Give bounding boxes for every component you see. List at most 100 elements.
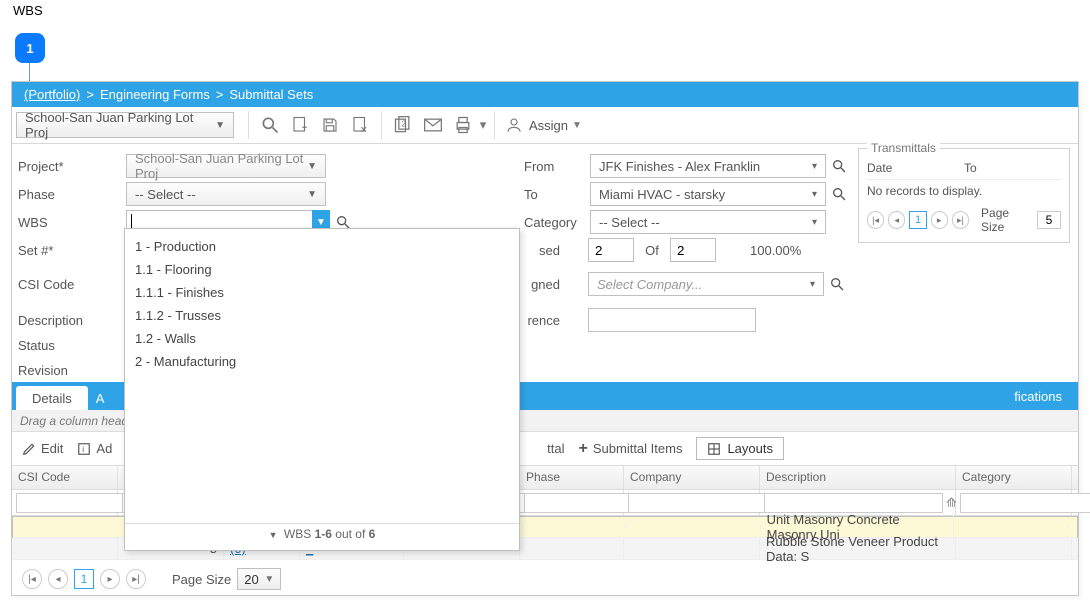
pager-first-icon[interactable]: |◂ bbox=[867, 211, 884, 229]
company-placeholder: Select Company... bbox=[597, 277, 702, 292]
page-size-label: Page Size bbox=[981, 206, 1033, 234]
layouts-button[interactable]: Layouts bbox=[696, 437, 784, 460]
chevron-down-icon: ▾ bbox=[812, 189, 817, 200]
breadcrumb-root[interactable]: (Portfolio) bbox=[24, 87, 80, 102]
to-field[interactable]: Miami HVAC - starsky ▾ bbox=[590, 182, 826, 206]
col-desc[interactable]: Description bbox=[760, 466, 956, 489]
percent-text: 100.00% bbox=[750, 243, 801, 258]
pager-page[interactable]: 1 bbox=[74, 569, 94, 589]
callout-label: WBS bbox=[13, 3, 43, 18]
new-page-icon[interactable] bbox=[285, 110, 315, 140]
of-label: Of bbox=[634, 243, 670, 258]
filter-cat[interactable] bbox=[960, 493, 1090, 513]
grid-icon bbox=[707, 442, 721, 456]
breadcrumb-sep: > bbox=[86, 87, 94, 102]
count-a-input[interactable] bbox=[588, 238, 634, 262]
footer-text: WBS bbox=[284, 527, 315, 541]
breadcrumb-leaf: Submittal Sets bbox=[229, 87, 313, 102]
wbs-option[interactable]: 1.1.1 - Finishes bbox=[125, 281, 519, 304]
delete-page-icon[interactable] bbox=[345, 110, 375, 140]
phase-field-text: -- Select -- bbox=[135, 187, 196, 202]
wbs-option[interactable]: 1.1.2 - Trusses bbox=[125, 304, 519, 327]
project-field-text: School-San Juan Parking Lot Proj bbox=[135, 151, 307, 181]
category-label: Category bbox=[524, 215, 590, 230]
page-size-input[interactable] bbox=[1037, 211, 1061, 229]
search-icon[interactable] bbox=[828, 155, 850, 177]
cell-desc: Rubble Stone Veneer Product Data: S bbox=[760, 538, 956, 559]
wbs-label: WBS bbox=[16, 215, 126, 230]
category-field-text: -- Select -- bbox=[599, 215, 660, 230]
assign-label: Assign bbox=[529, 118, 568, 133]
pager-first-icon[interactable]: |◂ bbox=[22, 569, 42, 589]
phase-label: Phase bbox=[16, 187, 126, 202]
add-button[interactable]: i Ad bbox=[77, 441, 112, 456]
divider bbox=[381, 111, 382, 139]
form-area: Project* School-San Juan Parking Lot Pro… bbox=[12, 144, 1078, 384]
submittal-items-button[interactable]: + Submittal Items bbox=[579, 440, 683, 458]
wbs-option[interactable]: 1.2 - Walls bbox=[125, 327, 519, 350]
transmittals-legend: Transmittals bbox=[867, 141, 940, 155]
from-field[interactable]: JFK Finishes - Alex Franklin ▾ bbox=[590, 154, 826, 178]
chevron-down-icon: ▼ bbox=[264, 574, 274, 585]
page-size-select[interactable]: 20 ▼ bbox=[237, 568, 281, 590]
category-field[interactable]: -- Select -- ▾ bbox=[590, 210, 826, 234]
project-selector-text: School-San Juan Parking Lot Proj bbox=[25, 110, 215, 140]
chevron-down-icon: ▼ bbox=[572, 120, 582, 131]
footer-text: out of bbox=[332, 527, 369, 541]
search-icon[interactable] bbox=[828, 183, 850, 205]
project-field[interactable]: School-San Juan Parking Lot Proj ▼ bbox=[126, 154, 326, 178]
print-icon[interactable] bbox=[448, 110, 478, 140]
count-b-input[interactable] bbox=[670, 238, 716, 262]
transmittals-col-to: To bbox=[964, 161, 1061, 175]
print-dropdown-icon[interactable]: ▾ bbox=[478, 117, 488, 133]
tab-partial[interactable]: A bbox=[88, 386, 121, 410]
chevron-down-icon: ▾ bbox=[810, 279, 815, 290]
info-icon: i bbox=[77, 442, 91, 456]
search-icon[interactable] bbox=[826, 273, 848, 295]
revision-label: Revision bbox=[16, 363, 126, 378]
copy-icon[interactable]: 2 bbox=[388, 110, 418, 140]
edit-label: Edit bbox=[41, 441, 63, 456]
transmittals-pager: |◂ ◂ 1 ▸ ▸| Page Size bbox=[867, 206, 1061, 234]
breadcrumb-sep: > bbox=[216, 87, 224, 102]
footer-range: 1-6 bbox=[315, 527, 332, 541]
person-icon bbox=[505, 116, 523, 134]
transmittals-col-date: Date bbox=[867, 161, 964, 175]
wbs-option[interactable]: 2 - Manufacturing bbox=[125, 350, 519, 373]
form-right-column: From JFK Finishes - Alex Franklin ▾ To M… bbox=[524, 152, 850, 334]
svg-text:i: i bbox=[83, 444, 85, 453]
wbs-option[interactable]: 1 - Production bbox=[125, 235, 519, 258]
chevron-down-icon: ▾ bbox=[812, 161, 817, 172]
add-label: Ad bbox=[96, 441, 112, 456]
pager-prev-icon[interactable]: ◂ bbox=[48, 569, 68, 589]
pager-next-icon[interactable]: ▸ bbox=[931, 211, 948, 229]
col-cat[interactable]: Category bbox=[956, 466, 1072, 489]
breadcrumb-mid: Engineering Forms bbox=[100, 87, 210, 102]
company-field[interactable]: Select Company... ▾ bbox=[588, 272, 824, 296]
wbs-option[interactable]: 1.1 - Flooring bbox=[125, 258, 519, 281]
reference-input[interactable] bbox=[588, 308, 756, 332]
col-csi[interactable]: CSI Code bbox=[12, 466, 118, 489]
page-size-value: 20 bbox=[244, 572, 258, 587]
assign-button[interactable]: Assign ▼ bbox=[505, 116, 582, 134]
col-company[interactable]: Company bbox=[624, 466, 760, 489]
search-icon[interactable] bbox=[255, 110, 285, 140]
ttal-button[interactable]: ttal bbox=[547, 441, 564, 456]
chevron-down-icon: ▼ bbox=[215, 120, 225, 131]
mail-icon[interactable] bbox=[418, 110, 448, 140]
pager-last-icon[interactable]: ▸| bbox=[952, 211, 969, 229]
pager-page[interactable]: 1 bbox=[909, 211, 926, 229]
to-label: To bbox=[524, 187, 590, 202]
edit-button[interactable]: Edit bbox=[22, 441, 63, 456]
set-label: Set #* bbox=[16, 243, 126, 258]
submittal-items-label: Submittal Items bbox=[593, 441, 683, 456]
pager-next-icon[interactable]: ▸ bbox=[100, 569, 120, 589]
project-selector[interactable]: School-San Juan Parking Lot Proj ▼ bbox=[16, 112, 234, 138]
save-icon[interactable] bbox=[315, 110, 345, 140]
tab-details[interactable]: Details bbox=[16, 386, 88, 410]
pager-prev-icon[interactable]: ◂ bbox=[888, 211, 905, 229]
phase-field[interactable]: -- Select -- ▼ bbox=[126, 182, 326, 206]
wbs-dropdown-footer: ▼ WBS 1-6 out of 6 bbox=[125, 523, 519, 544]
col-phase[interactable]: Phase bbox=[520, 466, 624, 489]
pager-last-icon[interactable]: ▸| bbox=[126, 569, 146, 589]
